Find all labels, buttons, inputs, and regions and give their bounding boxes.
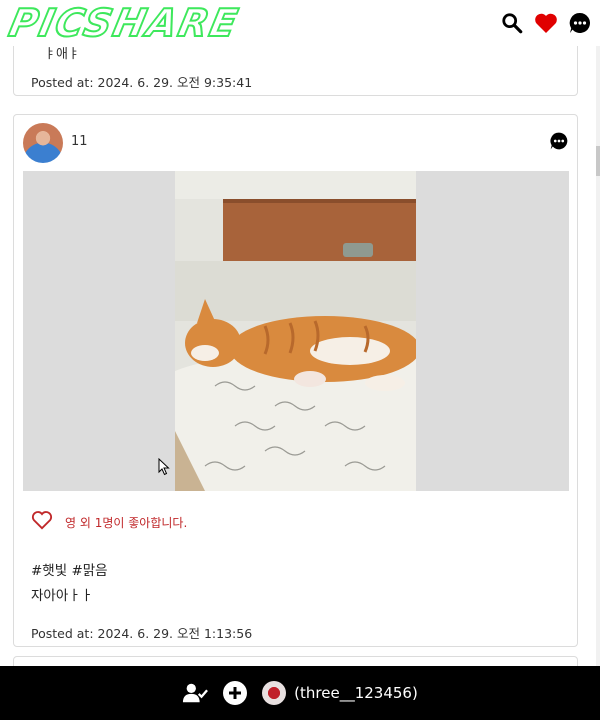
profile-username: (three__123456) bbox=[294, 684, 418, 702]
heart-icon[interactable] bbox=[534, 11, 558, 35]
post-image-container[interactable] bbox=[23, 171, 569, 491]
add-circle-icon[interactable] bbox=[222, 680, 248, 706]
post-card: 11 영 외 1명이 좋아합니다. #햇빛 #맑음 자아아ㅏㅏ Posted a… bbox=[13, 114, 578, 647]
post-feed[interactable]: ㅑ애ㅑ Posted at: 2024. 6. 29. 오전 9:35:41 1… bbox=[0, 46, 596, 666]
user-check-icon[interactable] bbox=[182, 680, 209, 706]
post-image bbox=[175, 171, 416, 491]
post-timestamp: Posted at: 2024. 6. 29. 오전 9:35:41 bbox=[31, 75, 253, 90]
app-logo[interactable]: PICSHARE bbox=[4, 0, 244, 46]
like-row: 영 외 1명이 좋아합니다. bbox=[31, 510, 187, 534]
like-summary: 영 외 1명이 좋아합니다. bbox=[65, 515, 188, 530]
like-heart-icon[interactable] bbox=[31, 510, 53, 534]
post-card-next bbox=[13, 656, 578, 666]
mouse-cursor-icon bbox=[158, 457, 170, 476]
chat-icon[interactable] bbox=[568, 11, 592, 35]
post-hashtags[interactable]: #햇빛 #맑음 bbox=[31, 559, 108, 579]
post-card-previous: ㅑ애ㅑ Posted at: 2024. 6. 29. 오전 9:35:41 bbox=[13, 46, 578, 96]
header-icons bbox=[500, 11, 592, 35]
bottom-nav-bar: (three__123456) bbox=[0, 666, 600, 720]
feed-scrollbar[interactable] bbox=[596, 46, 600, 666]
post-username[interactable]: 11 bbox=[71, 134, 88, 149]
top-header: PICSHARE bbox=[0, 0, 600, 46]
comment-icon[interactable] bbox=[549, 131, 569, 151]
avatar[interactable] bbox=[23, 123, 63, 163]
picshare-app: PICSHARE ㅑ애ㅑ Posted at: 2024. 6. 29. 오전 … bbox=[0, 0, 600, 720]
current-user-profile[interactable]: (three__123456) bbox=[262, 681, 418, 705]
avatar bbox=[262, 681, 287, 705]
scrollbar-thumb[interactable] bbox=[596, 146, 600, 176]
post-caption: 자아아ㅏㅏ bbox=[31, 588, 94, 604]
search-icon[interactable] bbox=[500, 11, 524, 35]
post-caption-partial: ㅑ애ㅑ bbox=[44, 47, 80, 62]
post-timestamp: Posted at: 2024. 6. 29. 오전 1:13:56 bbox=[31, 626, 253, 641]
